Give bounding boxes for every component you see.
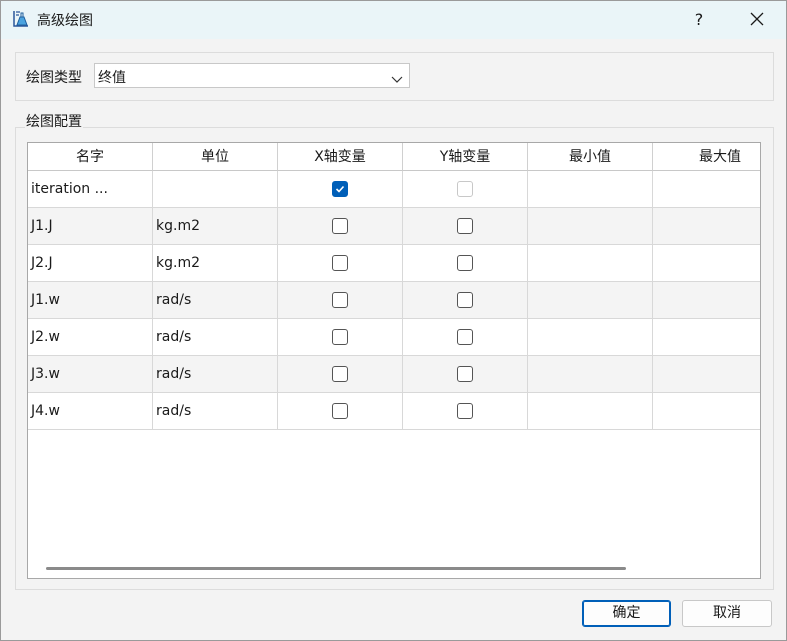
y-axis-checkbox[interactable] [457,366,473,382]
table-row[interactable]: J2.w rad/s [28,319,760,356]
cell-x-axis [278,208,403,245]
cell-max[interactable] [653,208,760,245]
cell-x-axis [278,356,403,393]
column-header-y-axis[interactable]: Y轴变量 [403,143,528,171]
cell-x-axis [278,282,403,319]
cell-unit[interactable]: rad/s [153,356,278,393]
cell-max[interactable] [653,245,760,282]
column-header-name[interactable]: 名字 [28,143,153,171]
horizontal-scrollbar[interactable] [46,567,626,570]
close-button[interactable] [743,7,771,33]
cell-unit[interactable]: rad/s [153,393,278,430]
variables-table: 名字 单位 X轴变量 Y轴变量 最小值 最大值 iteration ... J1.… [27,142,761,579]
column-header-max[interactable]: 最大值 [653,143,760,171]
plot-type-select[interactable]: 终值 [94,63,410,88]
cell-name[interactable]: J1.J [28,208,153,245]
column-header-unit[interactable]: 单位 [153,143,278,171]
x-axis-checkbox[interactable] [332,366,348,382]
cell-min[interactable] [528,171,653,208]
x-axis-checkbox[interactable] [332,403,348,419]
window-title: 高级绘图 [37,13,93,29]
chevron-down-icon [391,72,403,88]
cell-name[interactable]: iteration ... [28,171,153,208]
y-axis-checkbox [457,181,473,197]
cell-y-axis [403,208,528,245]
plot-config-label: 绘图配置 [25,111,83,131]
x-axis-checkbox[interactable] [332,292,348,308]
ok-button[interactable]: 确定 [582,600,671,627]
cell-x-axis [278,171,403,208]
cell-y-axis [403,282,528,319]
y-axis-checkbox[interactable] [457,329,473,345]
cell-min[interactable] [528,282,653,319]
cell-unit[interactable]: rad/s [153,282,278,319]
table-row[interactable]: J4.w rad/s [28,393,760,430]
title-bar: 高级绘图 ? [1,1,786,39]
cell-max[interactable] [653,282,760,319]
plot-app-icon [11,9,31,29]
cell-max[interactable] [653,393,760,430]
cell-y-axis [403,393,528,430]
cell-max[interactable] [653,171,760,208]
cell-name[interactable]: J4.w [28,393,153,430]
table-row[interactable]: J3.w rad/s [28,356,760,393]
cell-unit[interactable]: rad/s [153,319,278,356]
help-button[interactable]: ? [685,9,713,31]
cell-y-axis [403,319,528,356]
column-header-x-axis[interactable]: X轴变量 [278,143,403,171]
y-axis-checkbox[interactable] [457,255,473,271]
column-header-min[interactable]: 最小值 [528,143,653,171]
cell-unit[interactable]: kg.m2 [153,245,278,282]
cell-name[interactable]: J3.w [28,356,153,393]
cancel-button[interactable]: 取消 [682,600,772,627]
cell-min[interactable] [528,393,653,430]
cell-y-axis [403,171,528,208]
cell-name[interactable]: J1.w [28,282,153,319]
table-row[interactable]: J1.w rad/s [28,282,760,319]
cell-min[interactable] [528,208,653,245]
table-header: 名字 单位 X轴变量 Y轴变量 最小值 最大值 [28,143,760,171]
table-row[interactable]: J2.J kg.m2 [28,245,760,282]
y-axis-checkbox[interactable] [457,403,473,419]
cell-min[interactable] [528,356,653,393]
cell-y-axis [403,245,528,282]
advanced-plot-dialog: 高级绘图 ? 绘图类型 终值 绘图配置 名字 单位 X轴变量 Y轴变量 最小值 … [0,0,787,641]
x-axis-checkbox[interactable] [332,329,348,345]
cell-x-axis [278,319,403,356]
table-row[interactable]: J1.J kg.m2 [28,208,760,245]
cell-max[interactable] [653,356,760,393]
x-axis-checkbox[interactable] [332,218,348,234]
plot-type-label: 绘图类型 [26,70,82,86]
cell-unit[interactable]: kg.m2 [153,208,278,245]
x-axis-checkbox[interactable] [332,255,348,271]
cell-y-axis [403,356,528,393]
y-axis-checkbox[interactable] [457,292,473,308]
cell-max[interactable] [653,319,760,356]
cell-min[interactable] [528,245,653,282]
x-axis-checkbox[interactable] [332,181,348,197]
cell-name[interactable]: J2.w [28,319,153,356]
plot-type-value: 终值 [98,70,126,86]
cell-min[interactable] [528,319,653,356]
cell-x-axis [278,245,403,282]
table-row[interactable]: iteration ... [28,171,760,208]
cell-name[interactable]: J2.J [28,245,153,282]
cell-x-axis [278,393,403,430]
y-axis-checkbox[interactable] [457,218,473,234]
cell-unit[interactable] [153,171,278,208]
close-icon [750,12,764,26]
